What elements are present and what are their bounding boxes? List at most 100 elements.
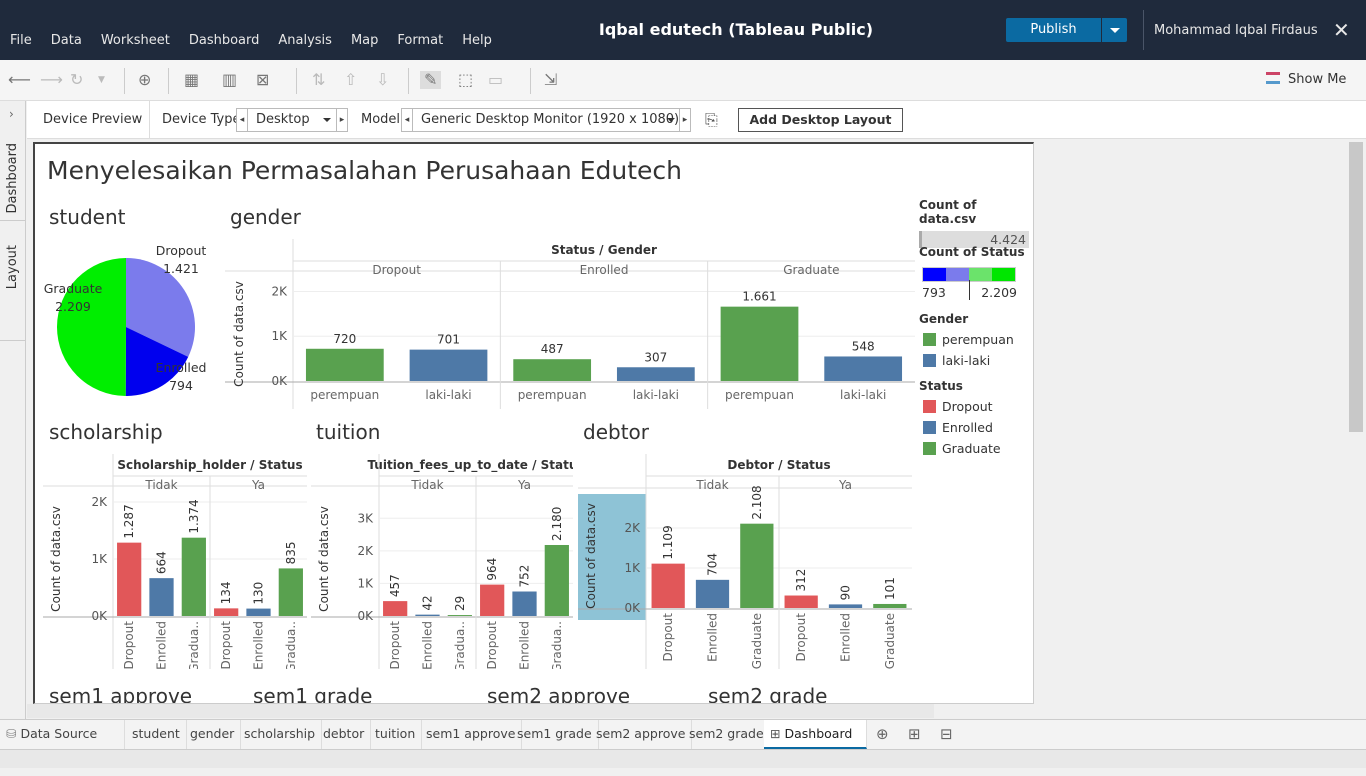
tab-data-source[interactable]: ⛁ Data Source [0,720,125,749]
dashboard-canvas: Menyelesaikan Permasalahan Perusahaan Ed… [33,142,1034,704]
status-swatch [923,442,936,455]
status-legend-item[interactable]: Graduate [919,441,1029,456]
x-tick-label: Dropout [661,613,675,662]
bar-dropout [117,542,142,616]
publish-dropdown-button[interactable] [1102,18,1127,42]
new-worksheet-icon[interactable]: ▦ [184,71,199,89]
side-panel: › Dashboard Layout [0,101,26,721]
data-label: 312 [794,569,808,592]
horizontal-scrollbar[interactable] [27,704,934,718]
gender-legend-label: laki-laki [942,353,991,368]
group-icon[interactable]: ⬚ [458,71,473,89]
show-me-button[interactable]: Show Me [1266,72,1346,87]
x-tick-label: Dropout [485,621,499,669]
sheet-tab-debtor[interactable]: debtor [317,720,372,749]
tab-dashboard[interactable]: Dashboard [0,131,25,221]
data-label: 307 [644,350,667,364]
bar-gradua [278,568,303,616]
model-select[interactable]: Generic Desktop Monitor (1920 x 1080) [412,108,682,132]
publish-button[interactable]: Publish [1006,18,1101,42]
duplicate-sheet-icon[interactable]: ▥ [222,71,237,89]
undo-icon[interactable]: ⟵ [8,71,31,89]
pane-header: Tidak [144,478,177,492]
device-type-next-button[interactable]: ▸ [336,108,348,132]
data-label: 487 [541,342,564,356]
vertical-scrollbar[interactable] [1349,142,1366,704]
device-preview-bar: Device Preview Device Type ◂ Desktop ▸ M… [27,101,1366,139]
x-tick-label: laki-laki [633,388,679,402]
sheet-tab-scholarship[interactable]: scholarship [238,720,323,749]
pie-label: Enrolled [156,360,207,375]
gender-legend-item[interactable]: laki-laki [919,353,1029,368]
tuition-bar-chart[interactable]: Tuition_fees_up_to_date / Status Count of… [311,454,573,669]
new-worksheet-tab-icon[interactable]: ⊕ [870,720,895,749]
status-legend-item[interactable]: Enrolled [919,420,1029,435]
highlight-icon[interactable]: ✎ [420,71,442,89]
expand-panel-icon[interactable]: › [9,107,14,121]
student-pie-chart[interactable]: Dropout 1.421 Enrolled 794 Graduate 2.209 [41,239,221,409]
menu-dashboard[interactable]: Dashboard [189,33,260,48]
x-tick-label: Enrolled [155,621,169,669]
model-next-button[interactable]: ▸ [679,108,691,132]
chart-header: Status / Gender [551,243,657,257]
data-label: 548 [852,339,875,353]
status-gradient-max: 2.209 [981,285,1017,300]
sort-descending-icon[interactable]: ⇩ [376,71,389,89]
gradient-step [992,268,1015,281]
title-divider [1143,10,1144,50]
show-me-icon [1266,72,1280,84]
debtor-bar-chart[interactable]: Debtor / Status Count of data.csv 0K 1K 2K Ti… [578,454,912,669]
menu-format[interactable]: Format [397,33,443,48]
menu-worksheet[interactable]: Worksheet [101,33,170,48]
new-story-tab-icon[interactable]: ⊟ [934,720,959,749]
add-desktop-layout-button[interactable]: Add Desktop Layout [738,108,903,132]
y-tick-label: 2K [624,521,641,535]
sheet-tab-sem1-approve[interactable]: sem1 approve [420,720,523,749]
replay-icon[interactable]: ↻ [70,71,83,89]
device-type-select[interactable]: Desktop [247,108,338,132]
sheet-tab-student[interactable]: student [126,720,187,749]
rotate-device-icon[interactable]: ⎘ [705,110,718,130]
sheet-tab-tuition[interactable]: tuition [369,720,423,749]
sort-ascending-icon[interactable]: ⇧ [344,71,357,89]
toolbar-separator [408,68,409,94]
close-icon[interactable]: ✕ [1333,20,1350,40]
new-dashboard-tab-icon[interactable]: ⊞ [902,720,927,749]
menu-help[interactable]: Help [462,33,492,48]
user-name[interactable]: Mohammad Iqbal Firdaus [1154,23,1318,38]
pie-slice-graduate [56,258,126,396]
new-data-source-icon[interactable]: ⊕ [138,71,151,89]
menu-analysis[interactable]: Analysis [278,33,332,48]
status-legend-title: Status [919,379,963,393]
fit-icon[interactable]: ▭ [488,71,503,89]
toolbar-separator [296,68,297,94]
tab-layout[interactable]: Layout [0,221,25,341]
data-label: 130 [252,582,266,605]
sheet-tab-sem2-grade[interactable]: sem2 grade [683,720,771,749]
section-student: student [49,205,126,229]
section-debtor: debtor [583,420,649,444]
swap-icon[interactable]: ⇅ [312,71,325,89]
status-legend-item[interactable]: Dropout [919,399,1029,414]
menu-map[interactable]: Map [351,33,378,48]
sheet-tab-gender[interactable]: gender [184,720,242,749]
menu-data[interactable]: Data [51,33,82,48]
gender-legend-title: Gender [919,312,969,326]
data-label: 101 [883,577,897,600]
gender-legend-item[interactable]: perempuan [919,332,1029,347]
bar-gradua [544,544,569,616]
scholarship-bar-chart[interactable]: Scholarship_holder / Status Count of data… [43,454,307,669]
scrollbar-thumb[interactable] [1349,142,1363,432]
sheet-tab-sem2-approve[interactable]: sem2 approve [590,720,693,749]
sheet-tab-sem1-grade[interactable]: sem1 grade [511,720,599,749]
sheet-tab-dashboard-1[interactable]: ⊞Dashboard 1 [764,720,867,769]
gender-bar-chart[interactable]: Status / Gender Count of data.csv 0K 1K 2K Dr… [225,239,915,409]
redo-icon[interactable]: ⟶ [40,71,63,89]
present-icon[interactable]: ⇲ [544,71,557,89]
clear-sheet-icon[interactable]: ⊠ [256,71,269,89]
data-label: 704 [706,553,720,576]
show-me-label: Show Me [1288,72,1347,87]
replay-dropdown-icon[interactable]: ▼ [98,71,105,89]
menu-file[interactable]: File [10,33,32,48]
x-tick-label: laki-laki [425,388,471,402]
